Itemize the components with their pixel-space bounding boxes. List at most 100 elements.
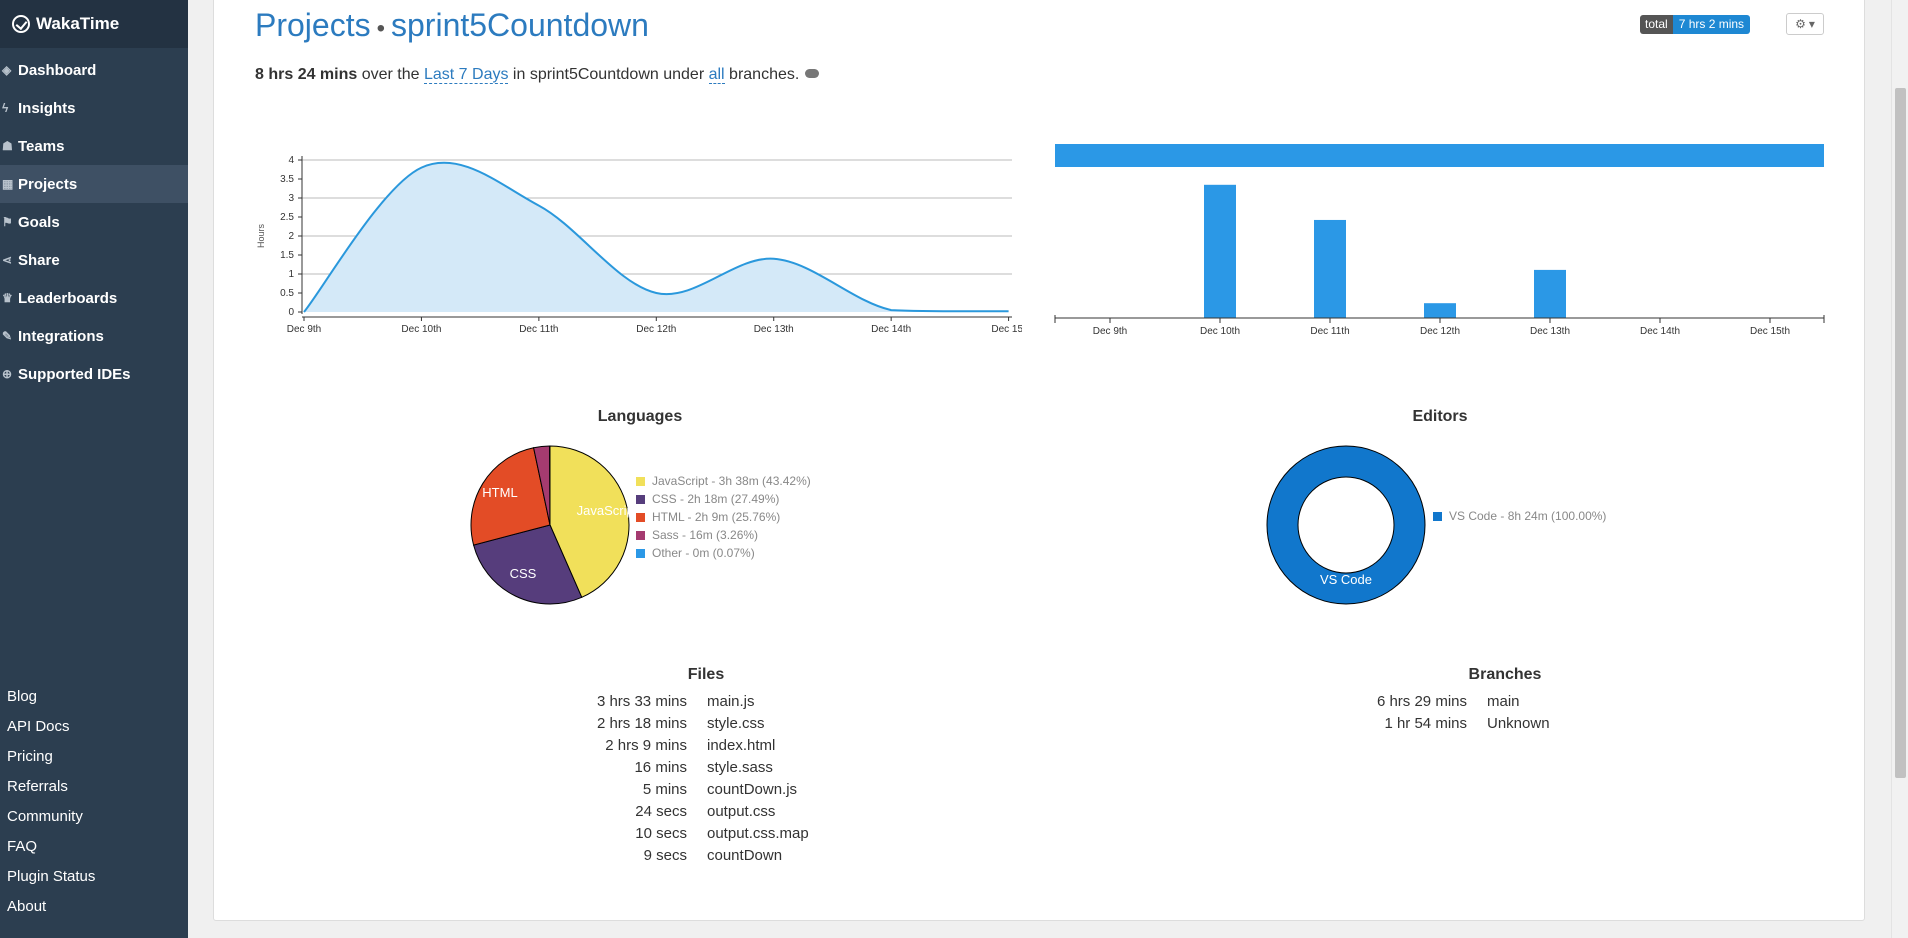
branches-name: main xyxy=(1487,693,1520,710)
plus-circle-icon: ⊕ xyxy=(2,367,13,381)
wrench-icon: ✎ xyxy=(2,329,13,343)
breadcrumb-separator: • xyxy=(376,15,385,42)
footer-link-about[interactable]: About xyxy=(0,891,188,921)
slice-label: CSS xyxy=(510,566,537,581)
y-tick-label: 1 xyxy=(288,269,294,280)
legend-label: Sass - 16m (3.26%) xyxy=(652,528,759,542)
y-tick-label: 3.5 xyxy=(280,174,294,185)
y-tick-label: 0.5 xyxy=(280,288,294,299)
slice-label: VS Code xyxy=(1320,572,1372,587)
flag-icon: ⚑ xyxy=(2,215,13,229)
legend-item[interactable]: HTML - 2h 9m (25.76%) xyxy=(636,508,811,526)
sidebar-item-insights[interactable]: ϟ Insights xyxy=(0,89,188,127)
page-scrollbar[interactable] xyxy=(1891,0,1908,938)
summary-text-1: over the xyxy=(357,66,424,83)
footer-link-faq[interactable]: FAQ xyxy=(0,831,188,861)
total-time-badge[interactable]: total 7 hrs 2 mins xyxy=(1640,15,1751,34)
legend-item[interactable]: VS Code - 8h 24m (100.00%) xyxy=(1433,507,1606,525)
footer-link-plugin-status[interactable]: Plugin Status xyxy=(0,861,188,891)
files-row[interactable]: 2 hrs 18 mins style.css xyxy=(535,715,809,737)
legend-label: HTML - 2h 9m (25.76%) xyxy=(652,510,781,524)
project-name: sprint5Countdown xyxy=(391,7,649,43)
sidebar-item-label: Projects xyxy=(18,175,78,193)
languages-legend: JavaScript - 3h 38m (43.42%) CSS - 2h 18m… xyxy=(636,472,811,562)
footer-link-pricing[interactable]: Pricing xyxy=(0,741,188,771)
legend-swatch xyxy=(636,548,645,558)
bar[interactable] xyxy=(1204,184,1236,318)
files-title: Files xyxy=(687,666,725,683)
footer-link-api-docs[interactable]: API Docs xyxy=(0,711,188,741)
files-time: 2 hrs 9 mins xyxy=(605,737,687,754)
settings-dropdown-button[interactable]: ⚙ ▾ xyxy=(1786,13,1824,35)
editors-donut-chart: VS Code xyxy=(1266,445,1426,605)
files-name: output.css.map xyxy=(707,825,809,842)
branches-time: 1 hr 54 mins xyxy=(1384,715,1467,732)
badge-value: 7 hrs 2 mins xyxy=(1672,15,1751,34)
sidebar-item-projects[interactable]: ▦ Projects xyxy=(0,165,188,203)
files-time: 9 secs xyxy=(643,847,687,864)
x-tick-label: Dec 10th xyxy=(401,324,441,335)
footer-link-community[interactable]: Community xyxy=(0,801,188,831)
y-tick-label: 4 xyxy=(288,155,294,166)
languages-title: Languages xyxy=(597,408,683,425)
sidebar-item-leaderboards[interactable]: ♛ Leaderboards xyxy=(0,279,188,317)
files-row[interactable]: 16 mins style.sass xyxy=(535,759,809,781)
date-range-selector[interactable]: Last 7 Days xyxy=(423,66,509,84)
files-list: 3 hrs 33 mins main.js 2 hrs 18 mins style.c… xyxy=(535,693,809,869)
sidebar-item-label: Insights xyxy=(18,99,76,117)
branches-row[interactable]: 1 hr 54 mins Unknown xyxy=(1335,715,1549,737)
cloud-download-icon[interactable] xyxy=(805,69,820,78)
sidebar-item-label: Teams xyxy=(18,137,65,155)
files-row[interactable]: 10 secs output.css.map xyxy=(535,825,809,847)
footer-link-blog[interactable]: Blog xyxy=(0,681,188,711)
x-tick-label: Dec 14th xyxy=(871,324,911,335)
files-row[interactable]: 2 hrs 9 mins index.html xyxy=(535,737,809,759)
app-root: WakaTime ◈ Dashboard ϟ Insights ☗ Teams ▦ Proje… xyxy=(0,0,1908,938)
sidebar-item-label: Goals xyxy=(18,213,60,231)
bar[interactable] xyxy=(1534,269,1566,318)
languages-pie-chart: JavaScript CSS HTML xyxy=(470,445,632,605)
sidebar-item-teams[interactable]: ☗ Teams xyxy=(0,127,188,165)
legend-item[interactable]: JavaScript - 3h 38m (43.42%) xyxy=(636,472,811,490)
x-tick-label: Dec 12th xyxy=(1420,326,1460,337)
footer-link-referrals[interactable]: Referrals xyxy=(0,771,188,801)
page-title: Projects • sprint5Countdown xyxy=(255,7,649,44)
y-axis-label: Hours xyxy=(256,224,266,249)
slice-label: JavaScript xyxy=(577,503,632,518)
sidebar-item-dashboard[interactable]: ◈ Dashboard xyxy=(0,51,188,89)
sidebar-item-share[interactable]: ⋖ Share xyxy=(0,241,188,279)
summary-band-bar[interactable] xyxy=(1055,144,1824,167)
legend-item[interactable]: CSS - 2h 18m (27.49%) xyxy=(636,490,811,508)
sidebar-item-goals[interactable]: ⚑ Goals xyxy=(0,203,188,241)
brand[interactable]: WakaTime xyxy=(0,0,188,48)
x-tick-label: Dec 10th xyxy=(1200,326,1240,337)
branches-row[interactable]: 6 hrs 29 mins main xyxy=(1335,693,1550,715)
legend-item[interactable]: Other - 0m (0.07%) xyxy=(636,544,811,562)
files-time: 16 mins xyxy=(634,759,687,776)
files-name: main.js xyxy=(707,693,755,710)
y-tick-label: 0 xyxy=(288,307,294,318)
breadcrumb-projects[interactable]: Projects xyxy=(255,7,371,43)
editors-title: Editors xyxy=(1412,408,1468,425)
legend-label: JavaScript - 3h 38m (43.42%) xyxy=(652,474,811,488)
branch-selector[interactable]: all xyxy=(708,66,725,84)
legend-swatch xyxy=(636,512,645,522)
users-icon: ☗ xyxy=(2,139,13,153)
legend-label: VS Code - 8h 24m (100.00%) xyxy=(1449,509,1607,523)
files-name: style.sass xyxy=(707,759,773,776)
sidebar: WakaTime ◈ Dashboard ϟ Insights ☗ Teams ▦ Proje… xyxy=(0,0,188,938)
files-row[interactable]: 24 secs output.css xyxy=(535,803,809,825)
sidebar-item-supported-ides[interactable]: ⊕ Supported IDEs xyxy=(0,355,188,393)
x-tick-label: Dec 11th xyxy=(1310,326,1349,337)
trophy-icon: ♛ xyxy=(2,291,13,305)
files-row[interactable]: 5 mins countDown.js xyxy=(535,781,809,803)
files-row[interactable]: 3 hrs 33 mins main.js xyxy=(535,693,809,715)
files-name: countDown.js xyxy=(707,781,798,798)
scrollbar-thumb[interactable] xyxy=(1895,88,1906,778)
files-row[interactable]: 9 secs countDown xyxy=(535,847,809,869)
donut-hole xyxy=(1297,476,1395,574)
bar[interactable] xyxy=(1424,303,1456,318)
sidebar-item-integrations[interactable]: ✎ Integrations xyxy=(0,317,188,355)
bar[interactable] xyxy=(1314,219,1346,318)
legend-item[interactable]: Sass - 16m (3.26%) xyxy=(636,526,811,544)
